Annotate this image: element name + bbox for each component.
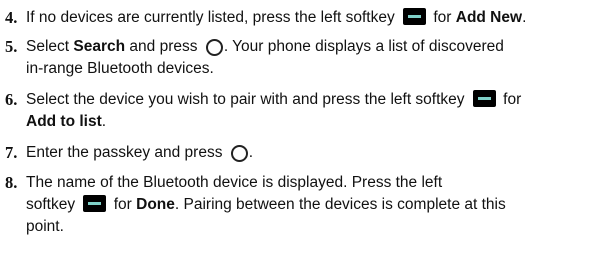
step-text: and press — [129, 38, 202, 55]
menu-option: Add New — [455, 9, 523, 26]
step-text-line: The name of the Bluetooth device is disp… — [26, 173, 442, 193]
step-text-line: Select Search and press . Your phone dis… — [26, 37, 504, 57]
step-text: . — [101, 113, 107, 130]
step-text: for — [429, 9, 452, 26]
step-text: . Your phone displays a list of discover… — [223, 38, 504, 55]
step-text: softkey — [26, 196, 80, 213]
step-number: 8. — [5, 173, 18, 192]
left-softkey-icon — [472, 90, 496, 107]
step-number: 7. — [5, 143, 18, 162]
step-text: for — [498, 91, 522, 108]
step-text: . Pairing between the devices is complet… — [174, 196, 506, 213]
menu-option: Add to list — [26, 113, 102, 130]
step-text-line: point. — [26, 217, 64, 237]
left-softkey-icon — [403, 8, 427, 25]
step-text: point. — [26, 218, 64, 235]
step-text: for — [109, 196, 132, 213]
step-text-line: Add to list. — [26, 112, 106, 132]
ok-key-circle-icon — [205, 39, 223, 56]
step-text: in-range Bluetooth devices. — [26, 60, 214, 77]
step-text: . — [248, 144, 254, 161]
step-number: 6. — [5, 90, 18, 109]
left-softkey-icon — [83, 195, 107, 212]
step-text: . — [522, 9, 527, 26]
instruction-list: 4. If no devices are currently listed, p… — [0, 0, 599, 261]
menu-option: Done — [136, 196, 175, 213]
ok-key-circle-icon — [230, 145, 248, 162]
step-text: Enter the passkey and press — [26, 144, 227, 161]
step-text-line: in-range Bluetooth devices. — [26, 59, 214, 79]
step-text-line: Enter the passkey and press . — [26, 143, 253, 163]
step-text: The name of the Bluetooth device is disp… — [26, 174, 443, 191]
step-text: Select — [26, 38, 70, 55]
step-text: Select the device you wish to pair with … — [26, 91, 469, 108]
step-text-line: If no devices are currently listed, pres… — [26, 8, 526, 28]
step-number: 5. — [5, 37, 18, 56]
step-text-line: Select the device you wish to pair with … — [26, 90, 521, 110]
menu-option: Search — [73, 38, 126, 55]
step-text: If no devices are currently listed, pres… — [26, 9, 400, 26]
step-text-line: softkey for Done. Pairing between the de… — [26, 195, 506, 215]
step-number: 4. — [5, 8, 18, 27]
